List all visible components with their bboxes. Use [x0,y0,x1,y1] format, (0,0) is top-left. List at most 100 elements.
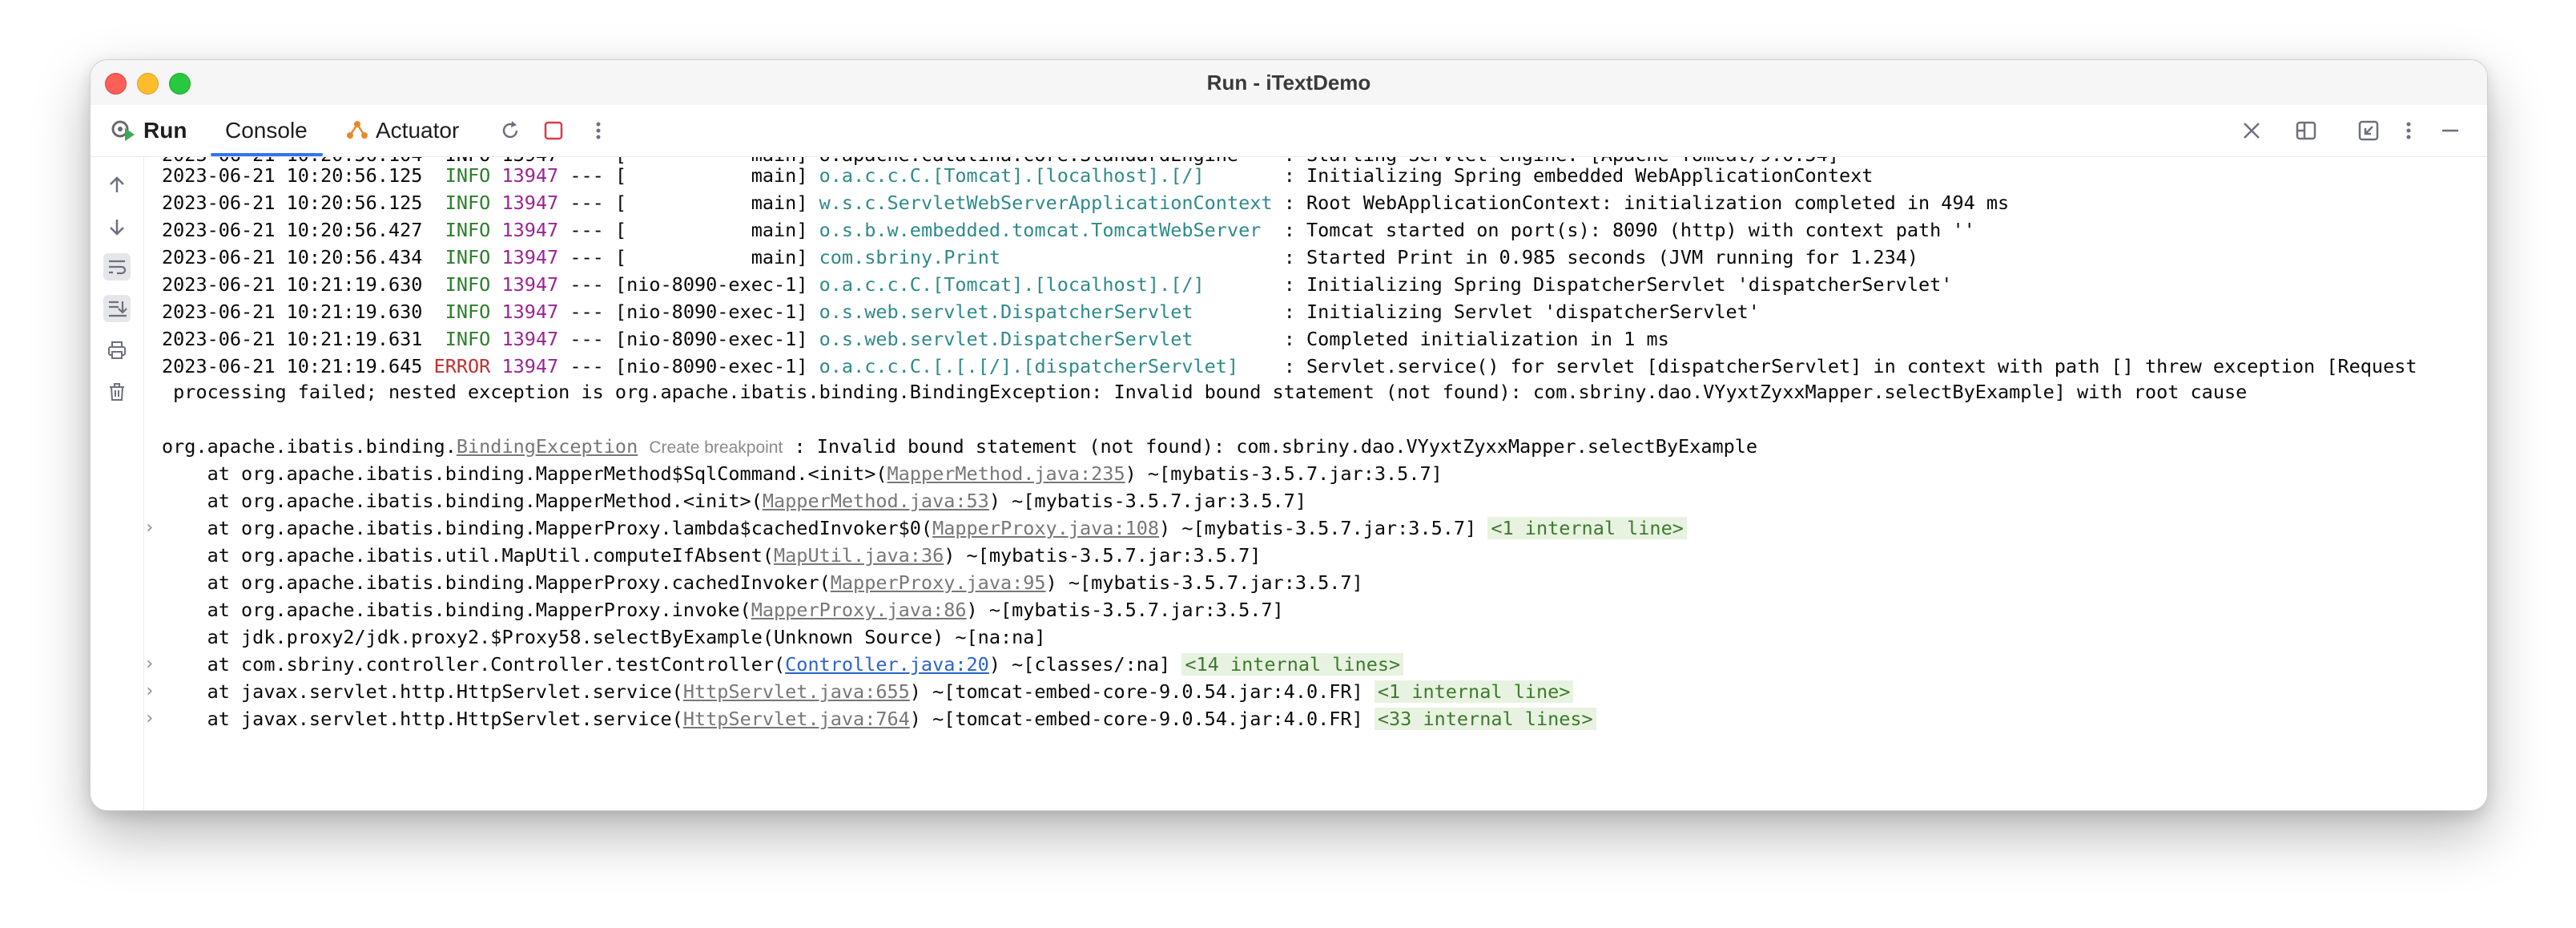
log-thread: --- [ main] [558,164,819,187]
log-timestamp: 2023-06-21 10:20:56.427 [162,219,434,241]
log-line: 2023-06-21 10:21:19.630 INFO 13947 --- [… [162,298,1760,325]
print-icon[interactable] [103,337,131,364]
expand-chevron-icon[interactable]: › [144,651,159,678]
exception-header: org.apache.ibatis.binding.BindingExcepti… [162,433,1757,460]
exception-prefix: org.apache.ibatis.binding. [162,435,457,458]
log-level: INFO [433,219,491,241]
log-logger: com.sbriny.Print [819,246,1273,268]
internal-lines-fold[interactable]: <14 internal lines> [1181,653,1404,676]
internal-lines-fold[interactable]: <1 internal line> [1374,680,1574,703]
log-message: : Tomcat started on port(s): 8090 (http)… [1272,219,1975,241]
stack-frame-text: at org.apache.ibatis.binding.MapperProxy… [162,599,751,621]
stack-frame-text: at org.apache.ibatis.binding.MapperProxy… [162,517,933,539]
log-pid: 13947 [490,192,559,214]
stack-frame-suffix: ) ~[mybatis-3.5.7.jar:3.5.7] [944,544,1262,567]
log-pid: 13947 [490,164,559,187]
soft-wrap-icon[interactable] [103,253,131,280]
source-link[interactable]: MapUtil.java:36 [774,544,944,567]
actuator-tab-label: Actuator [376,118,460,143]
log-timestamp: 2023-06-21 10:21:19.630 [162,273,434,296]
log-pid: 13947 [490,328,559,350]
stack-frame-suffix: ) ~[mybatis-3.5.7.jar:3.5.7] [966,599,1284,621]
arrow-up-icon[interactable] [103,171,131,199]
log-level: ERROR [433,355,491,377]
source-link[interactable]: MapperMethod.java:235 [887,462,1125,485]
stack-frame: at org.apache.ibatis.util.MapUtil.comput… [162,542,1262,569]
clear-all-icon[interactable] [103,378,131,405]
create-breakpoint-hint[interactable]: Create breakpoint [649,438,783,457]
window-options-icon[interactable] [2396,118,2421,143]
log-line: 2023-06-21 10:21:19.631 INFO 13947 --- [… [162,325,1669,353]
log-message: : Started Print in 0.985 seconds (JVM ru… [1272,246,1919,268]
log-level: INFO [433,273,491,296]
log-message: : Initializing Spring DispatcherServlet … [1272,273,1953,296]
source-link[interactable]: HttpServlet.java:764 [683,708,910,730]
exception-message: : Invalid bound statement (not found): c… [783,435,1758,458]
log-level: INFO [433,328,491,350]
stack-frame-text: at org.apache.ibatis.binding.MapperProxy… [162,571,831,594]
log-pid: 13947 [490,273,559,296]
source-link[interactable]: MapperProxy.java:95 [831,571,1046,594]
log-pid: 13947 [490,246,559,268]
log-thread: --- [ main] [558,246,819,268]
source-link[interactable]: HttpServlet.java:655 [683,680,910,703]
stack-frame-suffix: ) ~[mybatis-3.5.7.jar:3.5.7] [1159,517,1488,539]
log-message: : Initializing Spring embedded WebApplic… [1272,164,1874,187]
console-side-toolbar [91,157,144,810]
log-line: 2023-06-21 10:20:56.125 INFO 13947 --- [… [162,162,1873,189]
stack-frame-text: at jdk.proxy2/jdk.proxy2.$Proxy58.select… [162,626,1046,648]
stack-frame-text: at javax.servlet.http.HttpServlet.servic… [162,708,683,730]
restore-layout-icon[interactable] [2356,118,2381,143]
log-line: 2023-06-21 10:21:19.645 ERROR 13947 --- … [162,353,2417,380]
log-level: INFO [433,301,491,323]
log-message: : Servlet.service() for servlet [dispatc… [1272,355,2417,377]
more-options-icon[interactable] [586,118,611,143]
source-link[interactable]: MapperProxy.java:108 [932,517,1159,539]
console-tab-label: Console [225,118,308,143]
scroll-to-end-icon[interactable] [103,295,131,322]
arrow-down-icon[interactable] [103,213,131,240]
log-logger: o.s.b.w.embedded.tomcat.TomcatWebServer [819,219,1273,241]
run-tab-label: Run [143,118,187,143]
log-logger: o.a.c.c.C.[.[.[/].[dispatcherServlet] [819,355,1273,377]
log-pid: 13947 [490,219,559,241]
stack-frame: at org.apache.ibatis.binding.MapperMetho… [162,487,1306,514]
log-message: : Root WebApplicationContext: initializa… [1272,192,2010,214]
run-toolbar: Run Console Actuator [91,105,2487,157]
tab-actuator[interactable]: Actuator [345,105,459,156]
exception-class-link[interactable]: BindingException [457,435,638,458]
log-timestamp: 2023-06-21 10:20:56.434 [162,246,434,268]
console-output[interactable]: 2023-06-21 10:20:56.104 INFO 13947 --- [… [144,157,2487,810]
log-thread: --- [nio-8090-exec-1] [558,328,819,350]
log-timestamp: 2023-06-21 10:20:56.125 [162,164,434,187]
rerun-icon[interactable] [497,118,523,143]
stop-icon[interactable] [541,118,566,143]
expand-chevron-icon[interactable]: › [144,705,159,732]
log-timestamp: 2023-06-21 10:21:19.630 [162,301,434,323]
log-thread: --- [ main] [558,192,819,214]
actuator-icon [345,117,369,145]
stack-frame-suffix: ) ~[tomcat-embed-core-9.0.54.jar:4.0.FR] [909,680,1375,703]
stack-frame-suffix: ) ~[mybatis-3.5.7.jar:3.5.7] [1125,462,1443,485]
layout-icon[interactable] [2293,118,2319,143]
log-thread: --- [nio-8090-exec-1] [558,273,819,296]
internal-lines-fold[interactable]: <1 internal line> [1487,517,1687,539]
source-link[interactable]: MapperMethod.java:53 [763,490,989,512]
log-level: INFO [433,246,491,268]
title-bar: Run - iTextDemo [91,60,2487,106]
expand-chevron-icon[interactable]: › [144,678,159,705]
expand-chevron-icon[interactable]: › [144,514,159,542]
tab-console[interactable]: Console [225,105,308,156]
log-thread: --- [ main] [558,219,819,241]
internal-lines-fold[interactable]: <33 internal lines> [1374,708,1596,730]
run-tool-window-tab[interactable]: Run [110,105,187,156]
source-link[interactable]: MapperProxy.java:86 [751,599,967,621]
stack-frame: at jdk.proxy2/jdk.proxy2.$Proxy58.select… [162,623,1046,651]
run-config-icon [110,117,137,145]
close-tab-icon[interactable] [2239,118,2264,143]
log-logger: o.a.c.c.C.[Tomcat].[localhost].[/] [819,164,1273,187]
source-link[interactable]: Controller.java:20 [785,653,989,676]
stack-frame-text: at org.apache.ibatis.util.MapUtil.comput… [162,544,775,567]
hide-window-icon[interactable] [2437,118,2463,143]
stack-frame: at org.apache.ibatis.binding.MapperProxy… [162,596,1284,623]
